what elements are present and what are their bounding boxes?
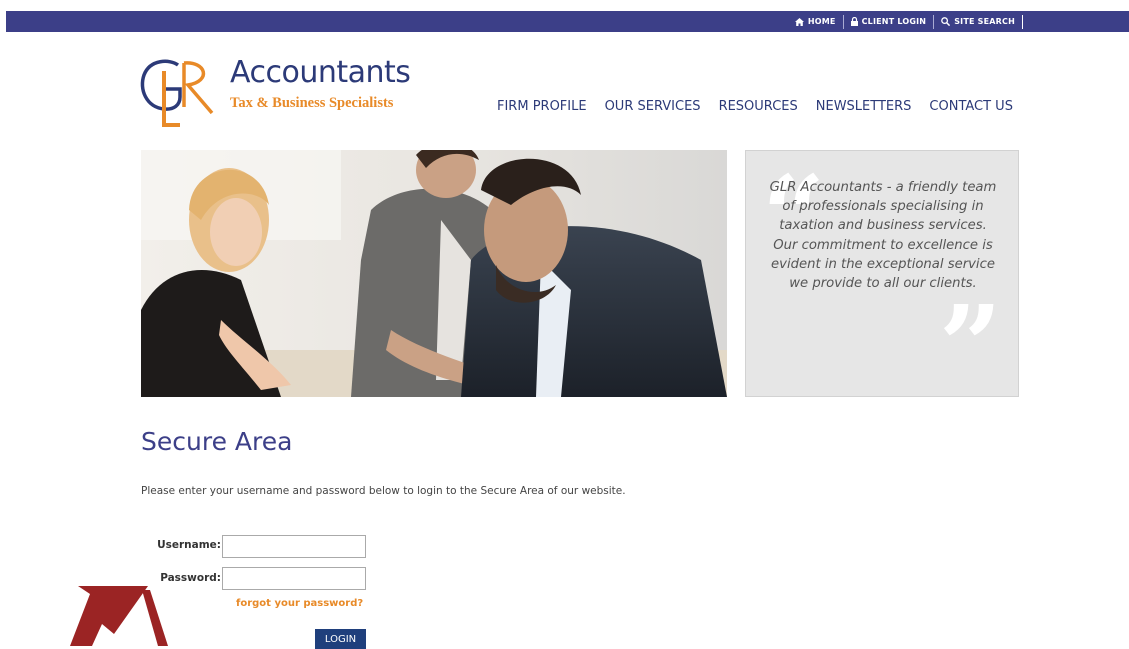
- password-label: Password:: [160, 572, 221, 584]
- login-button[interactable]: LOGIN: [315, 629, 366, 649]
- nav-firm-profile[interactable]: FIRM PROFILE: [497, 99, 587, 114]
- logo-title: Accountants: [230, 55, 411, 90]
- glr-logo-mark: [140, 59, 214, 127]
- password-input[interactable]: [222, 567, 366, 590]
- main-nav: FIRM PROFILE OUR SERVICES RESOURCES NEWS…: [497, 99, 1013, 114]
- annotation-arrow-icon: [70, 586, 168, 646]
- lock-icon: [850, 17, 858, 26]
- page-title: Secure Area: [141, 427, 293, 456]
- forgot-password-link[interactable]: forgot your password?: [236, 598, 363, 609]
- nav-resources[interactable]: RESOURCES: [719, 99, 798, 114]
- site-search-link-label: SITE SEARCH: [954, 17, 1015, 26]
- quote-text: GLR Accountants - a friendly team of pro…: [769, 180, 997, 292]
- quote-box: “ ” GLR Accountants - a friendly team of…: [745, 150, 1019, 401]
- username-input[interactable]: [222, 535, 366, 558]
- utility-links: HOME CLIENT LOGIN SITE SEARCH: [788, 11, 1023, 32]
- client-login-link-label: CLIENT LOGIN: [861, 17, 927, 26]
- close-quote-icon: ”: [938, 281, 1002, 410]
- nav-our-services[interactable]: OUR SERVICES: [605, 99, 701, 114]
- home-link-label: HOME: [807, 17, 836, 26]
- site-logo[interactable]: Accountants Tax & Business Specialists: [140, 55, 420, 129]
- home-icon: [794, 17, 804, 26]
- hero-image: [141, 150, 727, 397]
- top-utility-bar: HOME CLIENT LOGIN SITE SEARCH: [6, 11, 1129, 32]
- site-search-link[interactable]: SITE SEARCH: [934, 14, 1023, 29]
- username-label: Username:: [157, 539, 221, 551]
- intro-text: Please enter your username and password …: [141, 485, 626, 497]
- client-login-link[interactable]: CLIENT LOGIN: [844, 14, 935, 29]
- nav-newsletters[interactable]: NEWSLETTERS: [816, 99, 912, 114]
- hero-photo-illustration: [141, 150, 727, 397]
- search-icon: [941, 17, 951, 26]
- nav-contact-us[interactable]: CONTACT US: [929, 99, 1013, 114]
- home-link[interactable]: HOME: [788, 14, 844, 29]
- logo-subtitle: Tax & Business Specialists: [230, 95, 394, 111]
